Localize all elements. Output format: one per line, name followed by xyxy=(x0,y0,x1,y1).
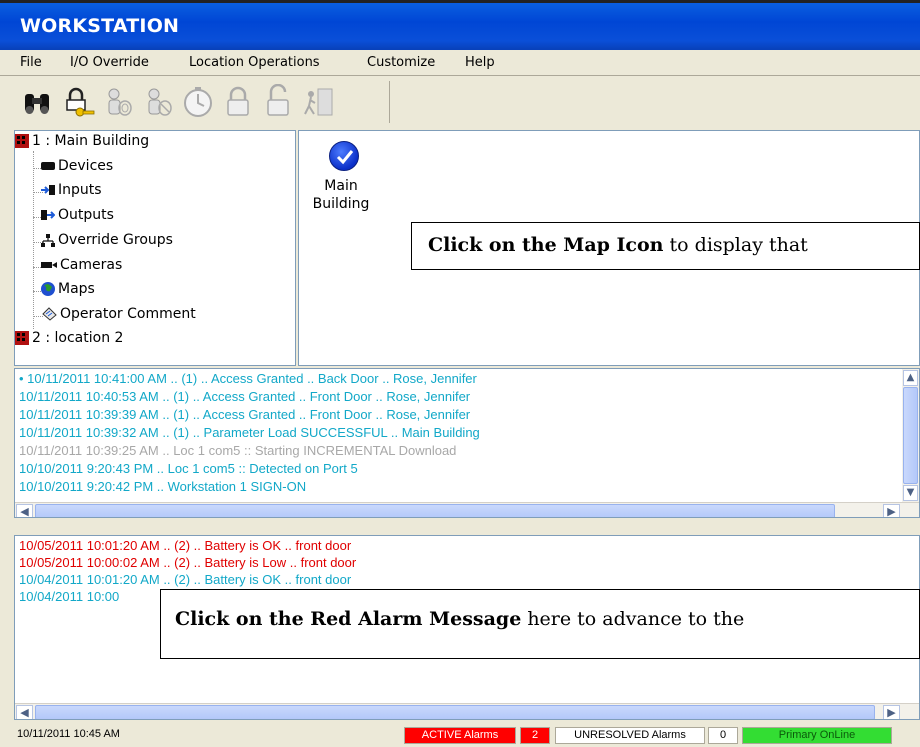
event-log-entry[interactable]: 10/10/2011 9:20:42 PM .. Workstation 1 S… xyxy=(19,479,306,495)
tree-item-label: Override Groups xyxy=(58,232,173,248)
alarm-callout-bold: Click on the Red Alarm Message xyxy=(175,608,522,630)
exit-door-button[interactable] xyxy=(298,81,338,123)
unresolved-alarms-count: 0 xyxy=(708,727,738,744)
active-alarms-count: 2 xyxy=(520,727,550,744)
building-icon xyxy=(15,134,29,148)
tree-item-operator-comment[interactable]: Operator Comment xyxy=(41,306,196,328)
padlock-locked-icon xyxy=(227,86,249,116)
status-datetime: 10/11/2011 10:45 AM xyxy=(17,728,120,740)
scroll-thumb[interactable] xyxy=(903,387,918,484)
binoculars-button[interactable] xyxy=(18,81,58,123)
tree-item-label: Inputs xyxy=(58,182,102,198)
alarm-horizontal-scrollbar[interactable]: ◀ ▶ xyxy=(15,703,919,719)
scroll-thumb[interactable] xyxy=(35,705,875,719)
scroll-right-icon[interactable]: ▶ xyxy=(883,705,900,719)
primary-online-status: Primary OnLine xyxy=(742,727,892,744)
map-icon-label[interactable]: Main Building xyxy=(311,177,371,213)
map-callout-bold: Click on the Map Icon xyxy=(428,234,664,256)
padlock-unlocked-icon xyxy=(267,83,289,116)
event-log-entry[interactable]: 10/10/2011 9:20:43 PM .. Loc 1 com5 :: D… xyxy=(19,461,358,477)
event-log-entry[interactable]: 10/11/2011 10:39:39 AM .. (1) .. Access … xyxy=(19,407,470,423)
alarm-log-entry[interactable]: 10/04/2011 10:00 xyxy=(19,589,119,605)
location-tree: 1 : Main Building Devices Inputs Outputs… xyxy=(14,130,296,366)
tree-item-label: Maps xyxy=(58,281,95,297)
binoculars-icon xyxy=(25,94,49,114)
alarm-log-entry[interactable]: 10/05/2011 10:00:02 AM .. (2) .. Battery… xyxy=(19,555,356,571)
active-alarms-label[interactable]: ACTIVE Alarms xyxy=(404,727,516,744)
tree-item-maps[interactable]: Maps xyxy=(41,281,95,303)
clock-button[interactable] xyxy=(178,81,218,123)
override-groups-icon xyxy=(41,233,55,247)
event-log-entry[interactable]: • 10/11/2011 10:41:00 AM .. (1) .. Acces… xyxy=(19,371,477,387)
alarm-callout-text: here to advance to the xyxy=(521,608,745,630)
title-bar[interactable]: WORKSTATION xyxy=(0,0,920,50)
fingerprint-button[interactable] xyxy=(98,81,138,123)
exit-door-icon xyxy=(304,88,333,116)
scroll-left-icon[interactable]: ◀ xyxy=(16,504,33,517)
event-log-entry[interactable]: 10/11/2011 10:39:32 AM .. (1) .. Paramet… xyxy=(19,425,480,441)
tree-item-outputs[interactable]: Outputs xyxy=(41,207,114,229)
building-icon xyxy=(15,331,29,345)
tree-item-label: Operator Comment xyxy=(60,306,196,322)
event-log-entry[interactable]: 10/11/2011 10:40:53 AM .. (1) .. Access … xyxy=(19,389,470,405)
map-checkmark-icon[interactable] xyxy=(329,141,359,171)
alarm-log-entry[interactable]: 10/04/2011 10:01:20 AM .. (2) .. Battery… xyxy=(19,572,351,588)
tree-location-2[interactable]: 2 : location 2 xyxy=(15,330,123,352)
input-icon xyxy=(41,185,55,195)
scroll-down-icon[interactable]: ▼ xyxy=(903,485,918,501)
menu-io-override[interactable]: I/O Override xyxy=(70,55,149,70)
tree-item-override-groups[interactable]: Override Groups xyxy=(41,232,173,254)
alarm-log-entry[interactable]: 10/05/2011 10:01:20 AM .. (2) .. Battery… xyxy=(19,538,351,554)
event-vertical-scrollbar[interactable]: ▲ ▼ xyxy=(902,369,919,502)
tree-location-2-label: 2 : location 2 xyxy=(32,330,124,346)
toolbar-separator xyxy=(389,81,390,123)
key-lock-icon xyxy=(66,87,95,117)
output-icon xyxy=(41,210,55,220)
event-log: • 10/11/2011 10:41:00 AM .. (1) .. Acces… xyxy=(14,368,920,518)
lock-button[interactable] xyxy=(218,81,258,123)
map-instruction-callout: Click on the Map Icon to display that xyxy=(411,222,920,270)
menu-help[interactable]: Help xyxy=(465,55,495,70)
scroll-up-icon[interactable]: ▲ xyxy=(903,370,918,386)
person-fingerprint-icon xyxy=(108,88,132,116)
event-log-entry[interactable]: 10/11/2011 10:39:25 AM .. Loc 1 com5 :: … xyxy=(19,443,456,459)
scroll-left-icon[interactable]: ◀ xyxy=(16,705,33,719)
map-icon-label-line2: Building xyxy=(312,196,370,212)
key-lock-button[interactable] xyxy=(58,81,98,123)
unresolved-alarms-label[interactable]: UNRESOLVED Alarms xyxy=(555,727,705,744)
menu-file[interactable]: File xyxy=(20,55,42,70)
map-icon-label-line1: Main xyxy=(324,178,358,194)
tree-connector xyxy=(33,151,34,329)
tree-location-1[interactable]: 1 : Main Building xyxy=(15,133,149,155)
tree-item-label: Cameras xyxy=(60,257,123,273)
camera-icon xyxy=(41,262,57,268)
menu-customize[interactable]: Customize xyxy=(367,55,435,70)
alarm-instruction-callout: Click on the Red Alarm Message here to a… xyxy=(160,589,920,659)
device-icon xyxy=(41,162,55,170)
menu-bar: File I/O Override Location Operations Cu… xyxy=(0,50,920,76)
unlock-button[interactable] xyxy=(258,81,298,123)
globe-icon xyxy=(41,282,55,296)
clock-icon xyxy=(184,87,212,117)
tree-item-label: Outputs xyxy=(58,207,114,223)
scroll-thumb[interactable] xyxy=(35,504,835,517)
window-title: WORKSTATION xyxy=(20,15,180,37)
tree-location-1-label: 1 : Main Building xyxy=(32,133,150,149)
scroll-right-icon[interactable]: ▶ xyxy=(883,504,900,517)
event-horizontal-scrollbar[interactable]: ◀ ▶ xyxy=(15,502,919,517)
status-bar: 10/11/2011 10:45 AM ACTIVE Alarms 2 UNRE… xyxy=(14,723,920,747)
tree-item-cameras[interactable]: Cameras xyxy=(41,257,122,279)
tree-item-devices[interactable]: Devices xyxy=(41,158,113,180)
map-callout-text: to display that xyxy=(663,234,808,256)
fingerprint-alt-button[interactable] xyxy=(138,81,178,123)
tree-item-inputs[interactable]: Inputs xyxy=(41,182,102,204)
tree-item-label: Devices xyxy=(58,158,114,174)
toolbar xyxy=(14,79,920,128)
person-fingerprint-alt-icon xyxy=(148,88,172,116)
comment-icon xyxy=(42,307,57,321)
menu-location-operations[interactable]: Location Operations xyxy=(189,55,320,70)
